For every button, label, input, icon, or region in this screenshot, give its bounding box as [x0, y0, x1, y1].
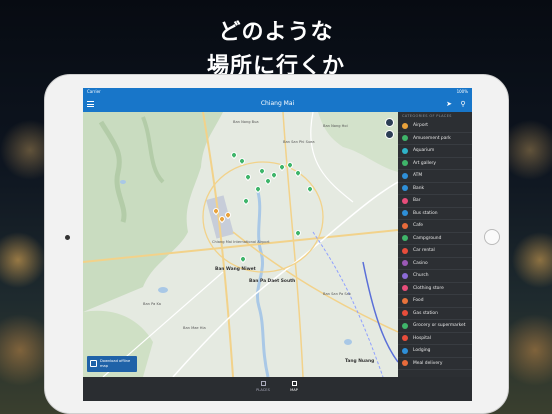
- category-item[interactable]: Gas station: [398, 308, 472, 320]
- category-label: Gas station: [413, 310, 438, 316]
- category-label: Car rental: [413, 248, 435, 254]
- download-icon: [90, 360, 97, 367]
- ipad-frame: Carrier 100% Chiang Mai ➤ ⚲ Chiang Mai I…: [44, 74, 509, 414]
- category-item[interactable]: Bank: [398, 183, 472, 195]
- map-label: Ban San Phi Suea: [283, 140, 315, 144]
- fuel-icon: [402, 310, 408, 317]
- category-label: Food: [413, 298, 424, 304]
- category-item[interactable]: Church: [398, 270, 472, 283]
- location-arrow-icon[interactable]: ➤: [444, 99, 454, 109]
- ferris-wheel-icon: [402, 135, 408, 142]
- bed-icon: [402, 347, 408, 354]
- map-label: Ban Wang Niwet: [215, 267, 256, 272]
- tent-icon: [402, 235, 408, 242]
- front-camera: [65, 235, 70, 240]
- palette-icon: [402, 160, 408, 167]
- compass-button[interactable]: [385, 118, 394, 127]
- category-label: Clothing store: [413, 285, 444, 291]
- category-label: Aquarium: [413, 148, 435, 154]
- bus-icon: [402, 210, 408, 217]
- category-item[interactable]: Grocery or supermarket: [398, 320, 472, 333]
- battery-label: 100%: [456, 89, 468, 94]
- category-label: Meal delivery: [413, 360, 443, 366]
- map-label: Chiang Mai International Airport: [212, 240, 270, 244]
- atm-icon: [402, 172, 408, 179]
- category-label: Grocery or supermarket: [413, 323, 466, 329]
- search-icon[interactable]: ⚲: [458, 99, 468, 109]
- bottom-tab-bar: PLACES MAP: [83, 377, 472, 401]
- tab-places[interactable]: PLACES: [248, 381, 278, 392]
- category-item[interactable]: Cafe: [398, 220, 472, 233]
- category-item[interactable]: Art gallery: [398, 158, 472, 170]
- category-label: Casino: [413, 260, 428, 266]
- home-button: [484, 229, 500, 245]
- carrier-label: Carrier: [87, 89, 101, 94]
- category-label: Hospital: [413, 335, 431, 341]
- category-label: Lodging: [413, 348, 431, 354]
- church-icon: [402, 272, 408, 279]
- category-item[interactable]: Casino: [398, 258, 472, 270]
- category-label: Bank: [413, 185, 425, 191]
- map-label: Ban Pa Ka: [143, 302, 161, 306]
- category-item[interactable]: Car rental: [398, 245, 472, 258]
- tab-map[interactable]: MAP: [279, 381, 309, 392]
- map-view[interactable]: Chiang Mai International Airport Ban Wan…: [83, 112, 398, 377]
- category-item[interactable]: ATM: [398, 170, 472, 183]
- category-label: Church: [413, 273, 429, 279]
- category-item[interactable]: Campground: [398, 233, 472, 245]
- map-label: Ban Nong Hoi: [323, 124, 348, 128]
- category-item[interactable]: Bar: [398, 195, 472, 208]
- category-label: Bus station: [413, 210, 438, 216]
- category-item[interactable]: Lodging: [398, 345, 472, 358]
- download-label: Download offline map: [100, 359, 131, 368]
- map-label: Ban Pa Daet South: [249, 279, 296, 284]
- map-canvas: [83, 112, 398, 377]
- status-bar: Carrier 100%: [83, 88, 472, 96]
- category-item[interactable]: Airport: [398, 120, 472, 133]
- category-item[interactable]: Amusement park: [398, 133, 472, 145]
- headline-line-1: どのような: [218, 20, 334, 45]
- dice-icon: [402, 260, 408, 267]
- delivery-icon: [402, 360, 408, 367]
- category-item[interactable]: Meal delivery: [398, 358, 472, 370]
- page-title: Chiang Mai: [260, 100, 295, 107]
- download-offline-map-button[interactable]: Download offline map: [87, 356, 137, 372]
- plane-icon: [402, 122, 408, 129]
- nav-bar: Chiang Mai ➤ ⚲: [83, 96, 472, 112]
- category-label: Airport: [413, 123, 429, 129]
- panel-header: CATEGORIES OF PLACES: [402, 114, 452, 118]
- map-label: Tang Nuang: [345, 359, 375, 364]
- category-item[interactable]: Bus station: [398, 208, 472, 220]
- map-label: Ban Mae Hia: [183, 326, 206, 330]
- categories-panel: CATEGORIES OF PLACES Airport Amusement pa…: [398, 112, 472, 377]
- map-label: Ban Nong Bua: [233, 120, 259, 124]
- tab-places-label: PLACES: [256, 388, 270, 392]
- coffee-icon: [402, 222, 408, 229]
- list-icon: [260, 381, 266, 386]
- category-label: Campground: [413, 235, 442, 241]
- locate-button[interactable]: [385, 130, 394, 139]
- category-list: Airport Amusement park Aquarium Art gallery…: [398, 120, 472, 370]
- shirt-icon: [402, 285, 408, 292]
- fish-icon: [402, 147, 408, 154]
- map-label: Ban San Pa Sak: [323, 292, 351, 296]
- category-item[interactable]: Aquarium: [398, 145, 472, 158]
- category-label: ATM: [413, 173, 423, 179]
- hospital-icon: [402, 335, 408, 342]
- category-item[interactable]: Hospital: [398, 333, 472, 345]
- cart-icon: [402, 322, 408, 329]
- bank-icon: [402, 185, 408, 192]
- category-label: Cafe: [413, 223, 424, 229]
- category-label: Bar: [413, 198, 421, 204]
- category-item[interactable]: Clothing store: [398, 283, 472, 295]
- map-icon: [291, 381, 297, 386]
- tab-map-label: MAP: [290, 388, 298, 392]
- food-icon: [402, 297, 408, 304]
- app-screen: Carrier 100% Chiang Mai ➤ ⚲ Chiang Mai I…: [83, 88, 472, 401]
- category-label: Amusement park: [413, 135, 451, 141]
- category-item[interactable]: Food: [398, 295, 472, 308]
- category-label: Art gallery: [413, 160, 436, 166]
- glass-icon: [402, 197, 408, 204]
- car-icon: [402, 247, 408, 254]
